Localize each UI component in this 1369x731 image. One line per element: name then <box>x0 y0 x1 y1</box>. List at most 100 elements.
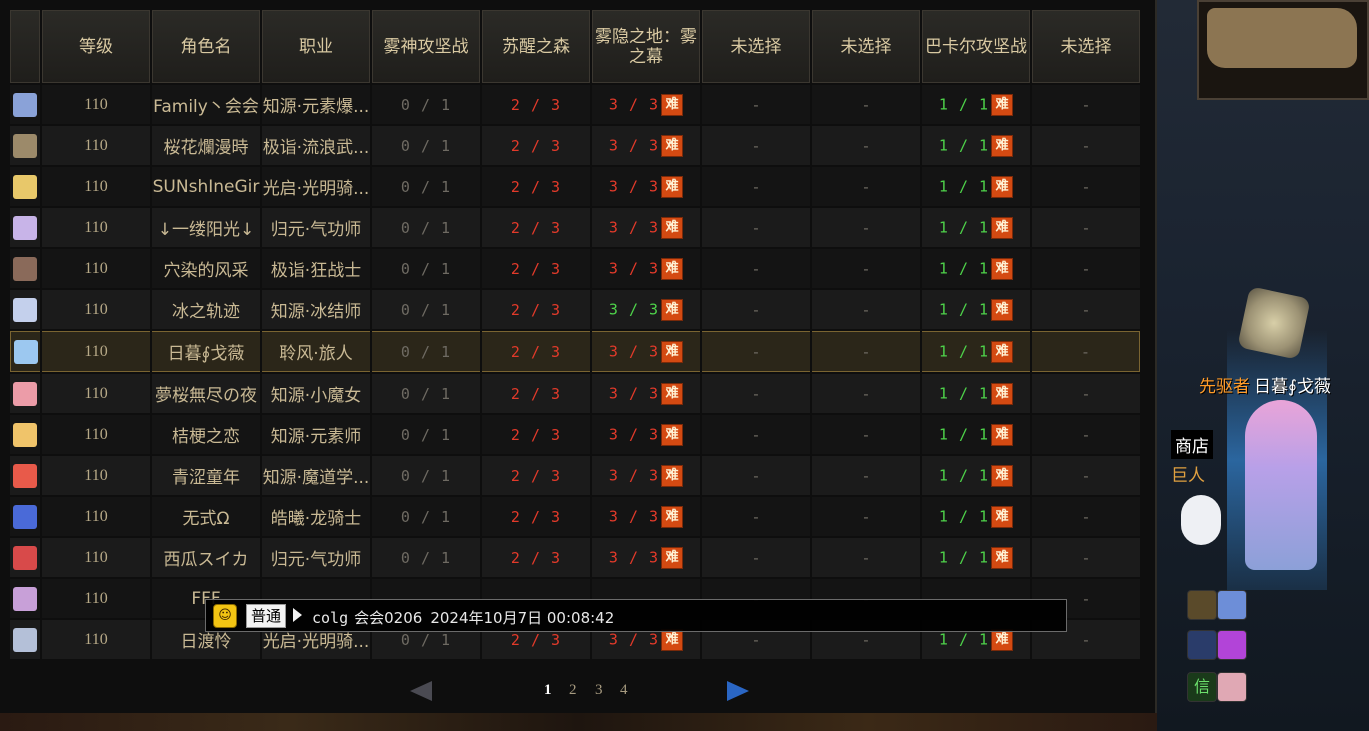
table-row[interactable]: 110 夢桜無尽の夜 知源·小魔女 0 / 12 / 33 / 3难--1 / 1难- <box>10 374 1140 413</box>
character-name-cell[interactable]: 冰之轨迹 <box>152 290 260 329</box>
character-name-cell[interactable]: 西瓜スイカ <box>152 538 260 577</box>
header-fog-god-raid[interactable]: 雾神攻坚战 <box>372 10 480 83</box>
table-row[interactable]: 110 青涩童年 知源·魔道学... 0 / 12 / 33 / 3难--1 / 1难… <box>10 456 1140 495</box>
chat-sender[interactable]: colg <box>312 609 348 627</box>
fog-raid-progress: 0 / 1 <box>372 415 480 454</box>
character-name-cell[interactable]: Family丶会会 <box>152 85 260 124</box>
character-progress-panel: 等级 角色名 职业 雾神攻坚战 苏醒之森 雾隐之地：雾之幕 未选择 未选择 巴卡… <box>0 0 1157 713</box>
fog-land-progress: 3 / 3难 <box>592 331 700 372</box>
fog-raid-progress: 0 / 1 <box>372 249 480 288</box>
avatar <box>13 545 37 570</box>
header-character-name[interactable]: 角色名 <box>152 10 260 83</box>
job-cell: 知源·元素爆... <box>262 85 370 124</box>
level-cell: 110 <box>42 331 150 372</box>
table-row[interactable]: 110 穴染的风采 极诣·狂战士 0 / 12 / 33 / 3难--1 / 1难- <box>10 249 1140 288</box>
header-unselected-3[interactable]: 未选择 <box>1032 10 1140 83</box>
table-row[interactable]: 110 西瓜スイカ 归元·气功师 0 / 12 / 33 / 3难--1 / 1难- <box>10 538 1140 577</box>
header-fog-land[interactable]: 雾隐之地：雾之幕 <box>592 10 700 83</box>
character-name-cell[interactable]: 桔梗之恋 <box>152 415 260 454</box>
page-1[interactable]: 1 <box>544 682 552 699</box>
hard-mode-badge: 难 <box>661 93 684 116</box>
character-name-cell[interactable]: ↓一缕阳光↓ <box>152 208 260 247</box>
header-unselected-1[interactable]: 未选择 <box>702 10 810 83</box>
forest-progress: 2 / 3 <box>482 290 590 329</box>
avatar-cell <box>10 538 40 577</box>
shop-label[interactable]: 商店 <box>1171 430 1213 459</box>
player-character-sprite[interactable] <box>1245 400 1317 570</box>
table-row[interactable]: 110 无式Ω 皓曦·龙骑士 0 / 12 / 33 / 3难--1 / 1难- <box>10 497 1140 536</box>
avatar <box>13 381 37 406</box>
notice-icon[interactable] <box>1187 590 1217 620</box>
level-cell: 110 <box>42 374 150 413</box>
unselected-cell-2: - <box>812 415 920 454</box>
character-name-cell[interactable]: 青涩童年 <box>152 456 260 495</box>
unselected-cell-3: - <box>1032 374 1140 413</box>
fog-raid-progress: 0 / 1 <box>372 538 480 577</box>
header-level[interactable]: 等级 <box>42 10 150 83</box>
hard-mode-badge: 难 <box>991 298 1014 321</box>
avatar-cell <box>10 497 40 536</box>
fog-land-progress: 3 / 3难 <box>592 85 700 124</box>
hard-mode-badge: 难 <box>661 464 684 487</box>
fog-land-progress: 3 / 3难 <box>592 456 700 495</box>
avatar <box>13 504 37 529</box>
character-name-cell[interactable]: 夢桜無尽の夜 <box>152 374 260 413</box>
fog-land-count: 3 / 3 <box>608 548 660 566</box>
unselected-cell-3: - <box>1032 85 1140 124</box>
hard-mode-badge: 难 <box>991 175 1014 198</box>
fog-land-count: 3 / 3 <box>608 425 660 443</box>
job-cell: 极诣·流浪武... <box>262 126 370 165</box>
crystal-icon[interactable] <box>1217 630 1247 660</box>
table-row[interactable]: 110 Family丶会会 知源·元素爆... 0 / 12 / 33 / 3难--1… <box>10 85 1140 124</box>
level-cell: 110 <box>42 579 150 618</box>
level-cell: 110 <box>42 620 150 659</box>
header-awakening-forest[interactable]: 苏醒之森 <box>482 10 590 83</box>
unselected-cell-2: - <box>812 497 920 536</box>
page-4[interactable]: 4 <box>620 682 628 699</box>
character-name-cell[interactable]: 桜花爛漫時 <box>152 126 260 165</box>
fog-raid-progress: 0 / 1 <box>372 126 480 165</box>
bakal-progress: 1 / 1难 <box>922 331 1030 372</box>
job-cell: 知源·冰结师 <box>262 290 370 329</box>
fog-land-count: 3 / 3 <box>608 95 660 113</box>
table-row[interactable]: 110 ↓一缕阳光↓ 归元·气功师 0 / 12 / 33 / 3难--1 / 1难- <box>10 208 1140 247</box>
player-name: 日暮∮戈薇 <box>1254 377 1331 397</box>
bakal-progress: 1 / 1难 <box>922 374 1030 413</box>
emblem-icon <box>1237 286 1311 360</box>
bakal-count: 1 / 1 <box>938 218 990 236</box>
next-page-arrow-icon[interactable] <box>727 681 749 701</box>
header-job[interactable]: 职业 <box>262 10 370 83</box>
header-unselected-2[interactable]: 未选择 <box>812 10 920 83</box>
character-name-cell[interactable]: SUNshIneGir <box>152 167 260 206</box>
page-3[interactable]: 3 <box>595 682 603 699</box>
unselected-cell-1: - <box>702 167 810 206</box>
bakal-count: 1 / 1 <box>938 95 990 113</box>
table-row[interactable]: 110 冰之轨迹 知源·冰结师 0 / 12 / 33 / 3难--1 / 1难- <box>10 290 1140 329</box>
fog-land-count: 3 / 3 <box>608 259 660 277</box>
avatar <box>13 256 37 281</box>
character-name-cell[interactable]: 无式Ω <box>152 497 260 536</box>
forest-progress: 2 / 3 <box>482 415 590 454</box>
table-row[interactable]: 110 桜花爛漫時 极诣·流浪武... 0 / 12 / 33 / 3难--1 / 1… <box>10 126 1140 165</box>
mail-icon[interactable]: 信 <box>1187 672 1217 702</box>
minimap[interactable] <box>1197 0 1369 100</box>
page-2[interactable]: 2 <box>569 682 577 699</box>
forest-progress: 2 / 3 <box>482 249 590 288</box>
character-portrait-icon[interactable] <box>1217 590 1247 620</box>
table-row[interactable]: 110 SUNshIneGir 光启·光明骑... 0 / 12 / 33 / 3难-… <box>10 167 1140 206</box>
prev-page-arrow-icon[interactable] <box>410 681 432 701</box>
hard-mode-badge: 难 <box>661 175 684 198</box>
smiley-emoji-icon[interactable]: ☺ <box>213 604 237 628</box>
table-row[interactable]: 110 日暮∮戈薇 聆风·旅人 0 / 12 / 33 / 3难--1 / 1难- <box>10 331 1140 372</box>
unselected-cell-2: - <box>812 126 920 165</box>
table-row[interactable]: 110 桔梗之恋 知源·元素师 0 / 12 / 33 / 3难--1 / 1难- <box>10 415 1140 454</box>
companion-portrait-icon[interactable] <box>1217 672 1247 702</box>
bakal-progress: 1 / 1难 <box>922 249 1030 288</box>
chat-channel-tag[interactable]: 普通 <box>246 604 287 628</box>
quest-icon[interactable] <box>1187 630 1217 660</box>
character-name-cell[interactable]: 日暮∮戈薇 <box>152 331 260 372</box>
hard-mode-badge: 难 <box>661 134 684 157</box>
avatar <box>13 422 37 447</box>
character-name-cell[interactable]: 穴染的风采 <box>152 249 260 288</box>
header-bakal-raid[interactable]: 巴卡尔攻坚战 <box>922 10 1030 83</box>
